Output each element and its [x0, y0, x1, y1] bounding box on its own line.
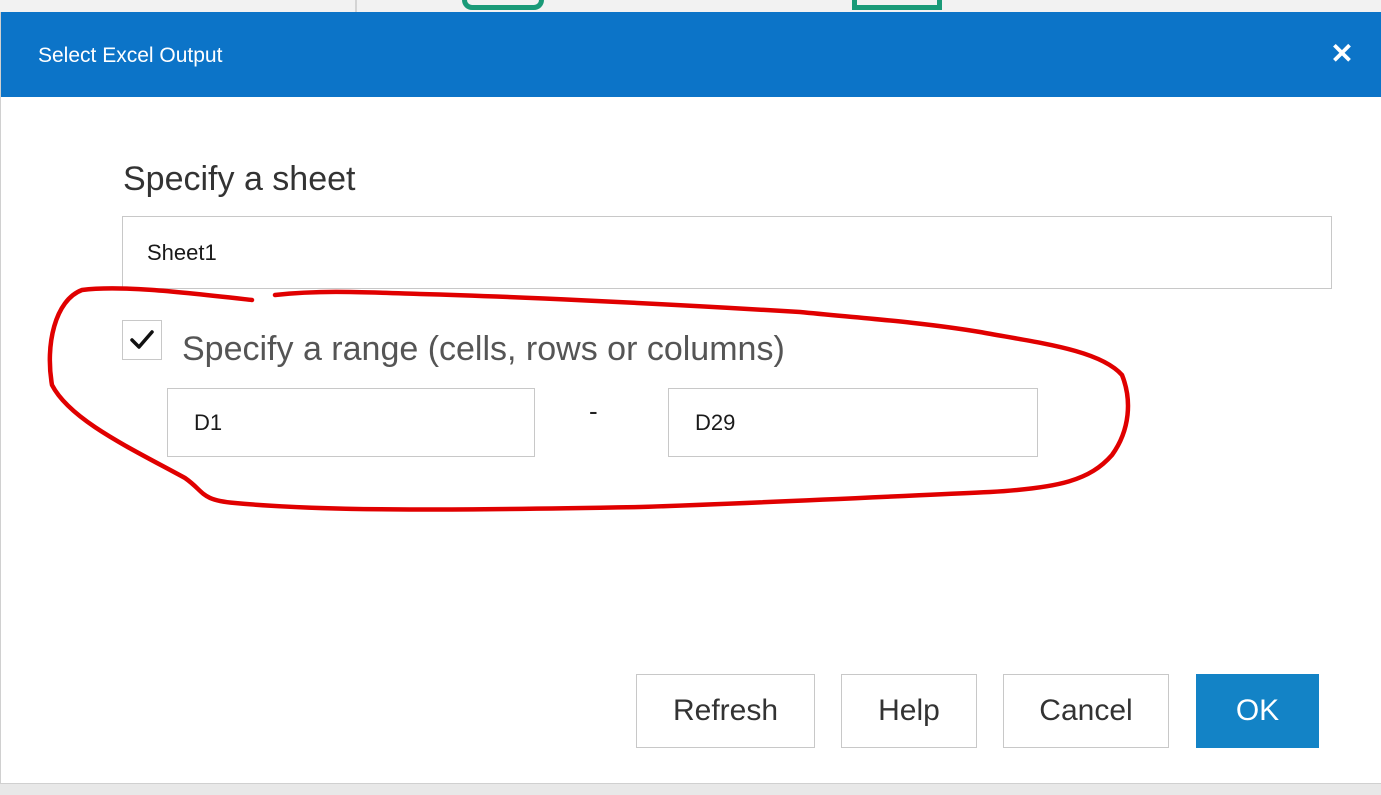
range-label: Specify a range (cells, rows or columns) [182, 330, 785, 368]
cancel-button[interactable]: Cancel [1003, 674, 1169, 748]
select-excel-output-dialog: Select Excel Output ✕ Specify a sheet Sh… [0, 12, 1381, 784]
help-button[interactable]: Help [841, 674, 977, 748]
background-icon-partial [852, 0, 942, 10]
background-icon-partial [462, 0, 544, 10]
range-start-input[interactable]: D1 [167, 388, 535, 457]
sheet-input-value: Sheet1 [147, 239, 217, 265]
refresh-button[interactable]: Refresh [636, 674, 815, 748]
checkmark-icon [130, 330, 154, 349]
sheet-input[interactable]: Sheet1 [122, 216, 1332, 289]
range-end-value: D29 [695, 409, 736, 435]
range-separator: - [589, 396, 598, 426]
range-start-value: D1 [194, 409, 223, 435]
specify-range-checkbox[interactable] [122, 320, 162, 360]
background-divider [355, 0, 357, 12]
close-button[interactable]: ✕ [1327, 34, 1357, 74]
dialog-title-bar: Select Excel Output ✕ [1, 12, 1381, 97]
range-end-input[interactable]: D29 [668, 388, 1038, 457]
ok-button[interactable]: OK [1196, 674, 1319, 748]
background-window-strip [0, 0, 1381, 12]
dialog-title: Select Excel Output [38, 44, 223, 67]
close-icon: ✕ [1330, 38, 1354, 69]
sheet-label: Specify a sheet [123, 160, 356, 198]
